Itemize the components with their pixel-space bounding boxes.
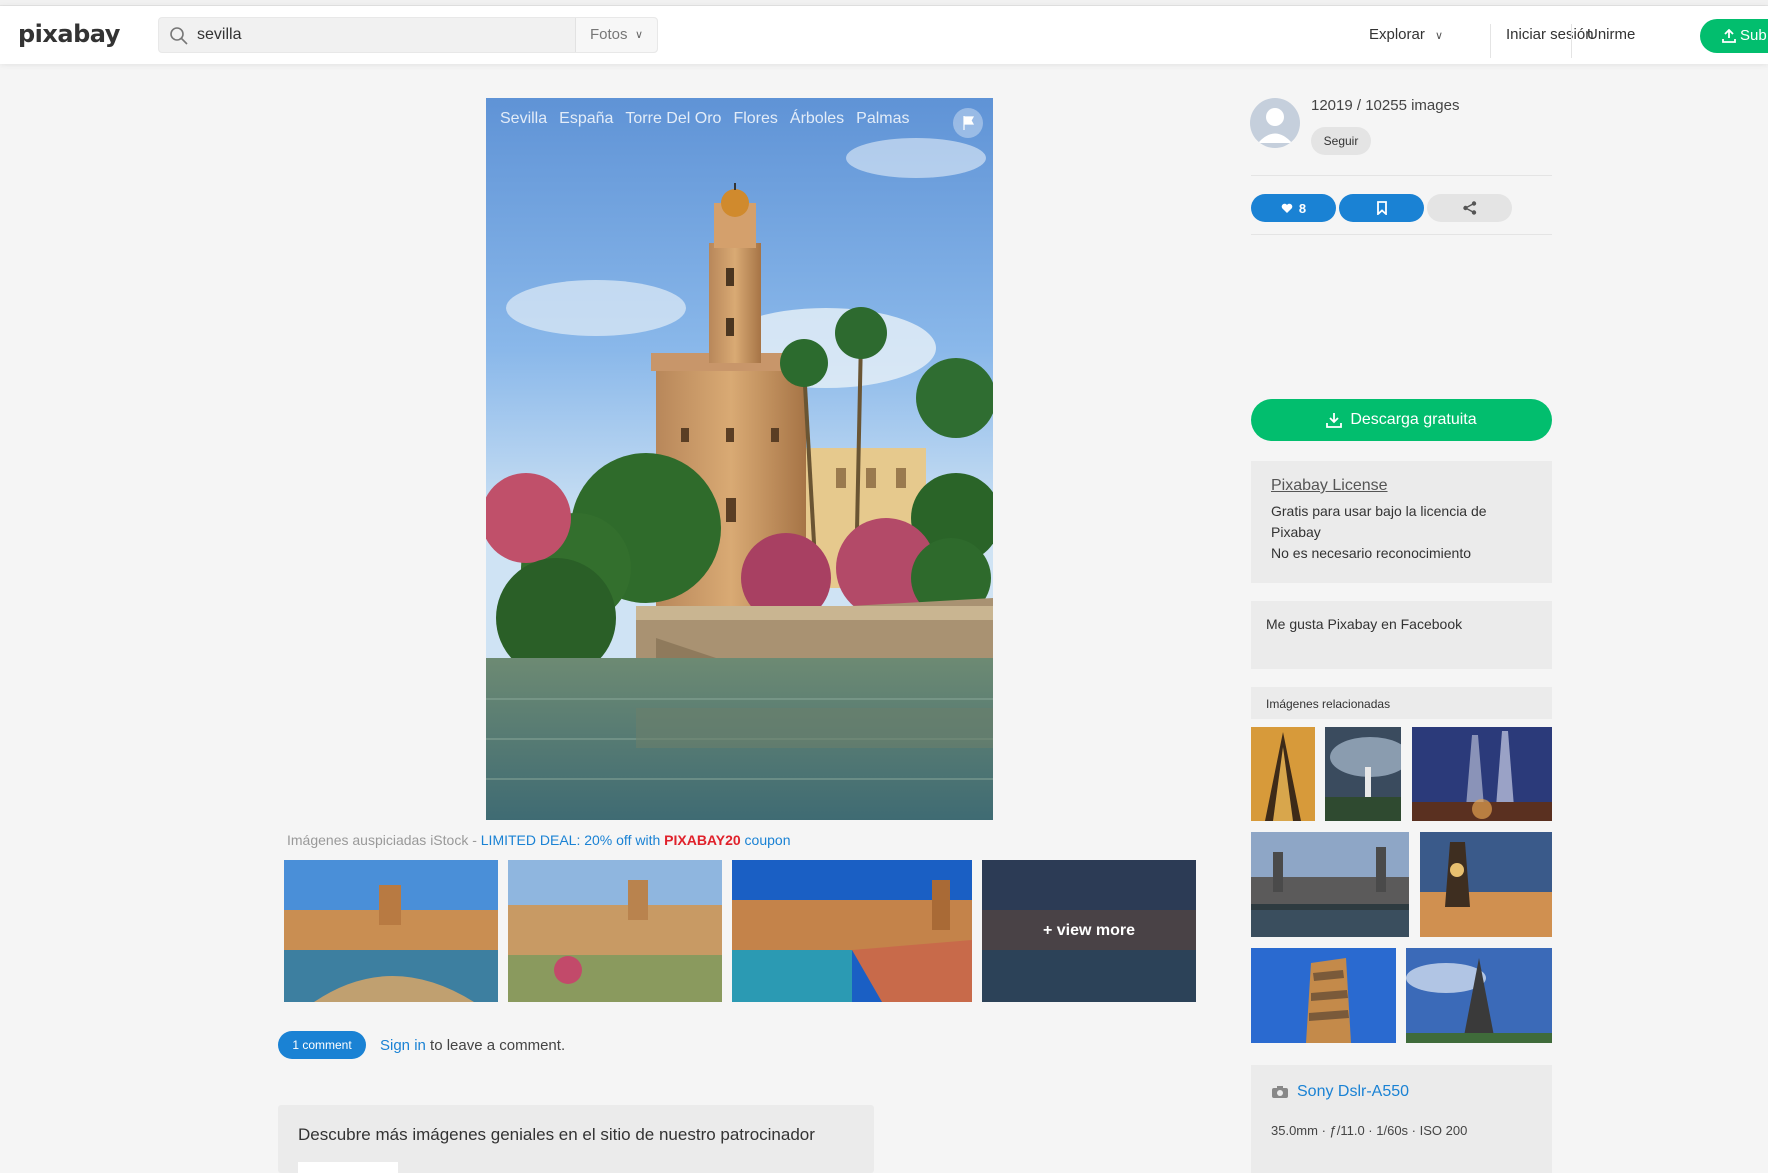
clock-tower-photo xyxy=(1420,832,1552,937)
upload-icon xyxy=(1722,29,1736,43)
license-line: Gratis para usar bajo la licencia de xyxy=(1271,503,1487,519)
join-link[interactable]: Unirme xyxy=(1587,26,1635,43)
license-text: Gratis para usar bajo la licencia de Pix… xyxy=(1271,501,1532,564)
coupon-code[interactable]: PIXABAY20 xyxy=(664,832,741,848)
tag-link[interactable]: Torre Del Oro xyxy=(625,110,721,128)
search-type-dropdown[interactable]: Fotos ∨ xyxy=(575,18,657,52)
facebook-box: Me gusta Pixabay en Facebook xyxy=(1251,601,1552,669)
report-button[interactable] xyxy=(953,108,983,138)
related-image[interactable] xyxy=(1325,727,1401,821)
search-type-label: Fotos xyxy=(590,26,628,43)
plaza-espana-photo xyxy=(508,860,722,1002)
license-line: No es necesario reconocimiento xyxy=(1271,545,1471,561)
upload-label: Sub xyxy=(1740,27,1767,44)
top-header: pixabay Fotos ∨ Explorar ∨ Iniciar sesió… xyxy=(0,6,1768,64)
camera-name-label: Sony Dslr-A550 xyxy=(1297,1083,1410,1100)
login-link[interactable]: Iniciar sesión xyxy=(1506,26,1594,43)
user-image-count: 12019 / 10255 images xyxy=(1311,97,1460,114)
download-icon xyxy=(1326,413,1343,428)
explore-label: Explorar xyxy=(1369,26,1425,43)
london-parliament-photo xyxy=(1251,832,1409,937)
related-image[interactable] xyxy=(1412,727,1552,821)
user-icon xyxy=(1250,98,1300,148)
bookmark-button[interactable] xyxy=(1339,194,1424,222)
tag-link[interactable]: Flores xyxy=(733,110,777,128)
sponsored-prefix: Imágenes auspiciadas iStock - xyxy=(287,832,481,848)
petronas-towers-photo xyxy=(1412,727,1552,821)
tag-link[interactable]: España xyxy=(559,110,613,128)
camera-info-box: Sony Dslr-A550 35.0mm · ƒ/11.0 · 1/60s ·… xyxy=(1251,1065,1552,1173)
tag-link[interactable]: Sevilla xyxy=(500,110,547,128)
view-more-label: + view more xyxy=(982,860,1196,1002)
sign-in-link[interactable]: Sign in xyxy=(380,1037,426,1054)
like-button[interactable]: 8 xyxy=(1251,194,1336,222)
license-box: Pixabay License Gratis para usar bajo la… xyxy=(1251,461,1552,583)
sponsor-inner-card[interactable] xyxy=(298,1162,398,1173)
heart-icon xyxy=(1281,203,1293,213)
related-images-heading: Imágenes relacionadas xyxy=(1251,687,1552,719)
download-button[interactable]: Descarga gratuita xyxy=(1251,399,1552,441)
sign-in-suffix: to leave a comment. xyxy=(425,1037,566,1054)
eiffel-tower-photo xyxy=(1251,727,1315,821)
sponsored-view-more[interactable]: + view more xyxy=(982,860,1196,1002)
camera-icon xyxy=(1272,1086,1288,1098)
sponsored-thumbnail[interactable] xyxy=(508,860,722,1002)
license-line: Pixabay xyxy=(1271,524,1321,540)
sponsored-label: Imágenes auspiciadas iStock - LIMITED DE… xyxy=(287,832,791,848)
camera-link[interactable]: Sony Dslr-A550 xyxy=(1271,1083,1532,1101)
sponsored-thumbnail[interactable] xyxy=(732,860,972,1002)
eiffel-tower-photo xyxy=(1406,948,1552,1043)
share-button[interactable] xyxy=(1427,194,1512,222)
license-link[interactable]: Pixabay License xyxy=(1271,477,1532,495)
torre-del-oro-photo xyxy=(486,98,993,820)
nav-divider xyxy=(1490,24,1491,58)
avatar[interactable] xyxy=(1250,98,1300,148)
related-image[interactable] xyxy=(1251,948,1396,1043)
divider xyxy=(1251,234,1552,235)
plaza-espana-photo xyxy=(284,860,498,1002)
sponsored-thumbnail[interactable] xyxy=(284,860,498,1002)
deal-link[interactable]: LIMITED DEAL: 20% off with xyxy=(481,832,664,848)
upload-button[interactable]: Sub xyxy=(1700,19,1768,53)
sponsor-box: Descubre más imágenes geniales en el sit… xyxy=(278,1105,874,1173)
flag-icon xyxy=(963,116,975,130)
divider xyxy=(1251,175,1552,176)
search-icon[interactable] xyxy=(169,26,189,46)
related-image[interactable] xyxy=(1406,948,1552,1043)
pixabay-logo[interactable]: pixabay xyxy=(18,20,120,48)
search-input[interactable] xyxy=(197,18,527,52)
plaza-espana-photo xyxy=(732,860,972,1002)
search-bar: Fotos ∨ xyxy=(158,17,658,53)
like-count: 8 xyxy=(1298,200,1307,216)
chevron-down-icon: ∨ xyxy=(634,29,643,41)
sevilla-tower-photo xyxy=(1251,948,1396,1043)
photo-tags: Sevilla España Torre Del Oro Flores Árbo… xyxy=(500,110,910,128)
related-image[interactable] xyxy=(1251,727,1315,821)
related-image[interactable] xyxy=(1420,832,1552,937)
share-icon xyxy=(1462,201,1476,215)
sponsor-text: Descubre más imágenes geniales en el sit… xyxy=(298,1125,815,1144)
follow-button[interactable]: Seguir xyxy=(1311,127,1371,155)
main-photo[interactable]: Sevilla España Torre Del Oro Flores Árbo… xyxy=(486,98,993,820)
camera-specs: 35.0mm · ƒ/11.0 · 1/60s · ISO 200 xyxy=(1271,1123,1468,1138)
tag-link[interactable]: Palmas xyxy=(856,110,909,128)
lighthouse-photo xyxy=(1325,727,1401,821)
related-image[interactable] xyxy=(1251,832,1409,937)
chevron-down-icon: ∨ xyxy=(1435,30,1444,42)
tag-link[interactable]: Árboles xyxy=(790,110,844,128)
explore-menu[interactable]: Explorar ∨ xyxy=(1369,26,1443,43)
download-label: Descarga gratuita xyxy=(1350,411,1477,428)
bookmark-icon xyxy=(1376,201,1387,215)
comment-count-button[interactable]: 1 comment xyxy=(278,1031,366,1059)
coupon-suffix[interactable]: coupon xyxy=(741,832,791,848)
sign-in-prompt: Sign in to leave a comment. xyxy=(380,1037,565,1054)
nav-divider xyxy=(1571,24,1572,58)
facebook-text: Me gusta Pixabay en Facebook xyxy=(1266,616,1463,632)
